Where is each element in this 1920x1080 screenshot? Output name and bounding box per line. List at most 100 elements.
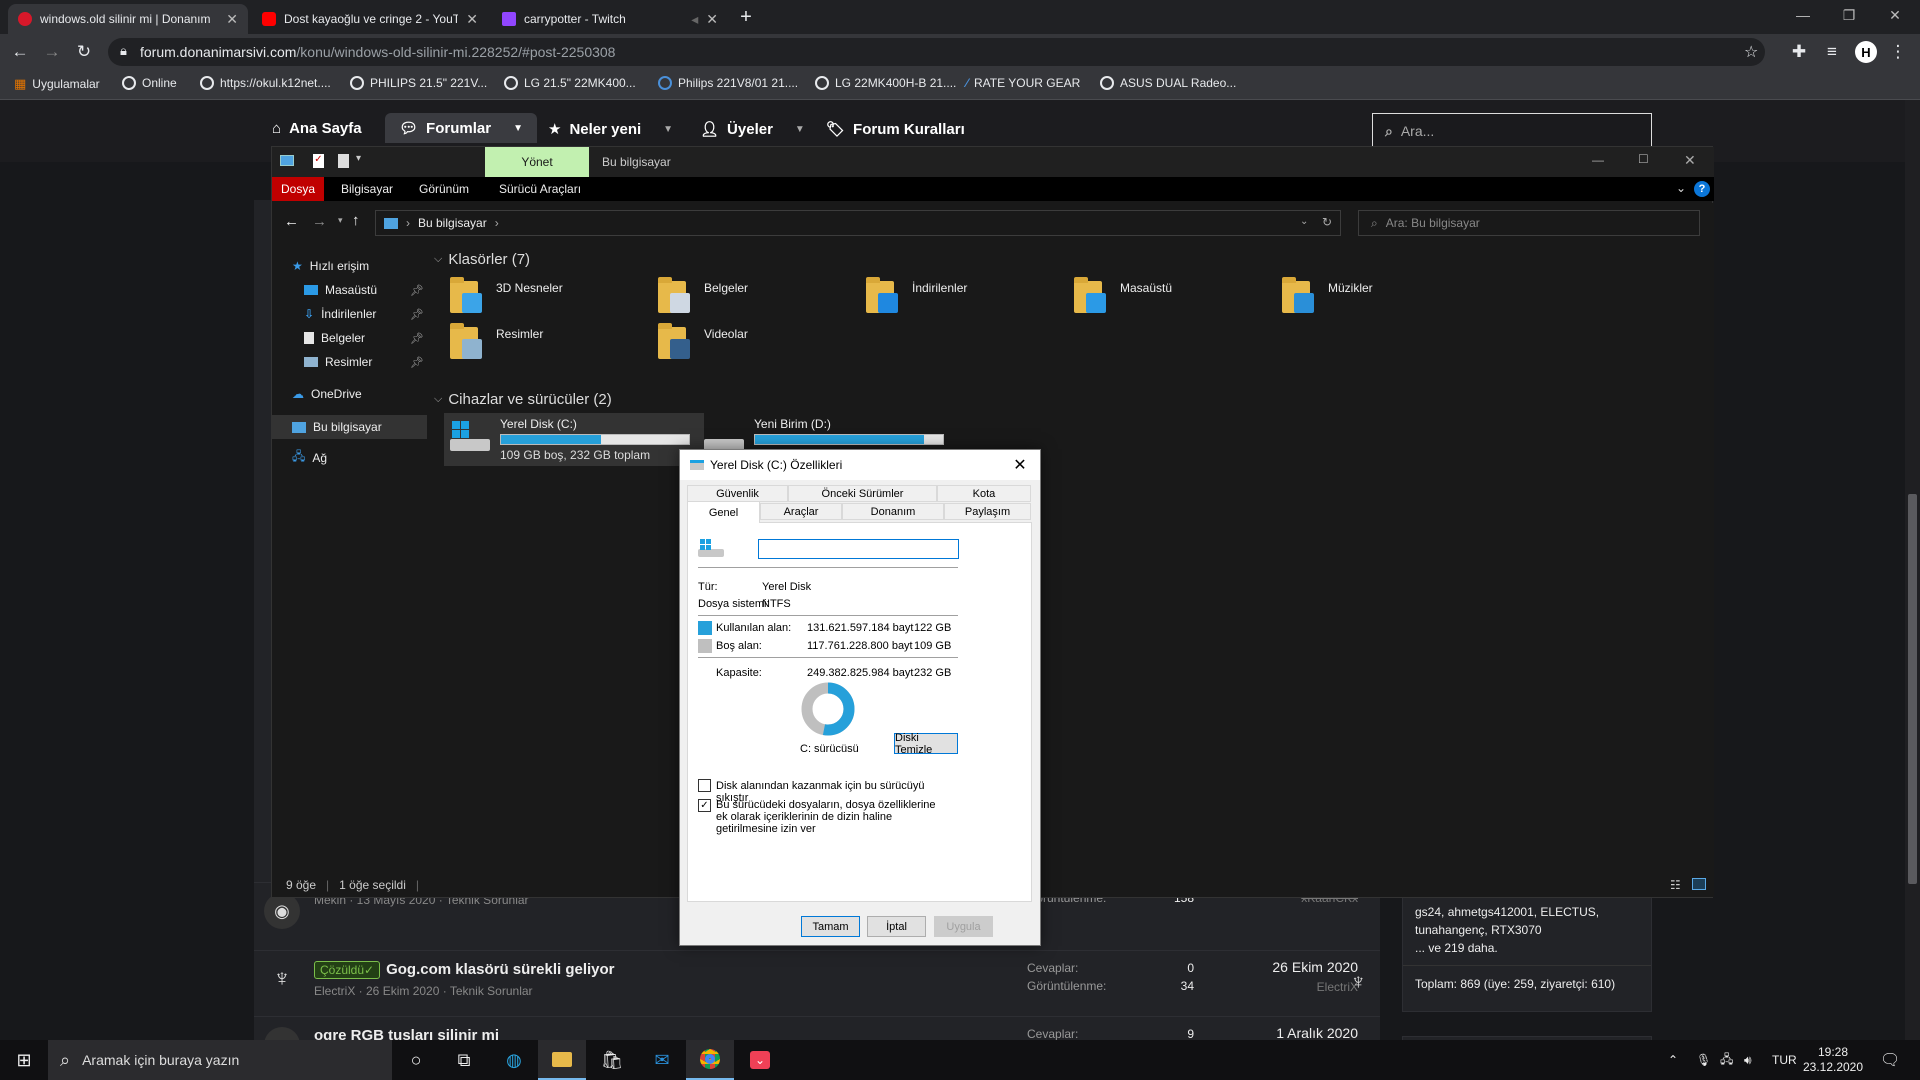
tab-quota[interactable]: Kota (937, 485, 1031, 502)
ok-button[interactable]: Tamam (801, 916, 860, 937)
address-dropdown-icon[interactable]: ⌄ (1300, 216, 1308, 227)
clock[interactable]: 19:28 23.12.2020 (1798, 1040, 1868, 1080)
close-window-icon[interactable]: ✕ (1872, 0, 1918, 30)
nav-documents[interactable]: Belgeler 📌︎ (304, 331, 424, 345)
nav-forums[interactable]: 💬︎ Forumlar ▼ (385, 113, 537, 143)
last-post-date[interactable]: 1 Aralık 2020 (1218, 1025, 1358, 1041)
explorer-address-bar[interactable]: › Bu bilgisayar › ⌄ ↻ (375, 210, 1341, 236)
folder-item[interactable]: Müzikler (1280, 275, 1520, 315)
thread-row[interactable]: ♆ Çözüldü✓ Gog.com klasörü sürekli geliyo… (254, 950, 1380, 1016)
back-icon[interactable]: ← (284, 213, 299, 230)
forum-search-input[interactable]: ⌕ Ara... (1372, 113, 1652, 149)
thread-title[interactable]: Çözüldü✓ Gog.com klasörü sürekli geliyor (314, 961, 615, 979)
nav-downloads[interactable]: ⇩ İndirilenler 📌︎ (304, 307, 424, 321)
page-scrollbar[interactable] (1905, 100, 1920, 1040)
edge-icon[interactable]: ◍ (490, 1040, 538, 1080)
bookmark[interactable]: ⁄ RATE YOUR GEAR (966, 76, 1080, 90)
details-view-icon[interactable]: ☷ (1670, 878, 1681, 892)
task-view-icon[interactable]: ⧉ (440, 1040, 488, 1080)
new-folder-icon[interactable] (338, 154, 349, 168)
help-icon[interactable]: ? (1694, 181, 1710, 197)
chrome-icon[interactable] (686, 1040, 734, 1080)
bookmark[interactable]: LG 21.5" 22MK400... (504, 76, 636, 90)
forward-icon[interactable]: → (40, 40, 64, 64)
mute-tab-icon[interactable]: ◂ (691, 11, 698, 28)
nav-this-pc[interactable]: Bu bilgisayar (272, 415, 427, 439)
bookmark[interactable]: LG 22MK400H-B 21.... (815, 76, 956, 90)
last-poster[interactable]: ElectriX (1218, 980, 1358, 994)
start-windows-icon[interactable]: ⊞ (0, 1040, 48, 1080)
cancel-button[interactable]: İptal (867, 916, 926, 937)
manage-tab[interactable]: Yönet (485, 147, 589, 177)
drive-c[interactable]: Yerel Disk (C:) 109 GB boş, 232 GB topla… (444, 413, 704, 466)
forward-icon[interactable]: → (312, 213, 327, 230)
pocket-icon[interactable]: ⌄ (736, 1040, 784, 1080)
tab-view[interactable]: Görünüm (410, 177, 478, 201)
folder-item[interactable]: Videolar (656, 321, 896, 361)
ribbon-expand-icon[interactable]: ⌄ (1676, 181, 1686, 195)
nav-quick-access[interactable]: ★ Hızlı erişim (292, 259, 369, 273)
file-explorer-taskbar-icon[interactable] (538, 1040, 586, 1080)
folder-item[interactable]: 3D Nesneler (448, 275, 688, 315)
tray-show-hidden-icon[interactable]: ⌃ (1668, 1040, 1678, 1080)
mail-icon[interactable]: ✉ (638, 1040, 686, 1080)
browser-tab[interactable]: Dost kayaoğlu ve cringe 2 - YouT ✕ (252, 4, 488, 34)
dialog-close-icon[interactable]: ✕ (1000, 450, 1040, 480)
large-icons-view-icon[interactable] (1692, 878, 1706, 890)
last-post-date[interactable]: 26 Ekim 2020 (1218, 959, 1358, 975)
store-icon[interactable]: 🛍︎ (588, 1040, 636, 1080)
media-queue-icon[interactable]: ≡ (1820, 40, 1844, 64)
nav-onedrive[interactable]: ☁ OneDrive (292, 387, 362, 401)
tab-security[interactable]: Güvenlik (687, 485, 788, 502)
properties-icon[interactable]: ✓ (313, 154, 324, 168)
tab-sharing[interactable]: Paylaşım (944, 503, 1031, 520)
bookmark-star-icon[interactable]: ☆ (1744, 42, 1758, 62)
minimize-icon[interactable]: — (1780, 0, 1826, 30)
menu-icon[interactable]: ⋮ (1886, 40, 1910, 64)
browser-tab[interactable]: carrypotter - Twitch ◂ ✕ (492, 4, 728, 34)
bookmark[interactable]: ASUS DUAL Radeo... (1100, 76, 1236, 90)
bookmark-apps[interactable]: ▦ Uygulamalar (14, 76, 100, 92)
language-indicator[interactable]: TUR (1772, 1040, 1797, 1080)
extensions-icon[interactable]: ✚ (1787, 40, 1811, 64)
bookmark[interactable]: Philips 221V8/01 21.... (658, 76, 798, 90)
nav-rules[interactable]: 🏷︎ Forum Kuralları (826, 120, 965, 139)
address-bar[interactable]: 🔒︎ forum.donanimarsivi.com/konu/windows-… (108, 38, 1765, 66)
nav-members[interactable]: 👤︎ Üyeler ▼ (700, 120, 805, 139)
cortana-icon[interactable]: ○ (392, 1040, 440, 1080)
restore-icon[interactable]: ❐ (1826, 0, 1872, 30)
tab-drive-tools[interactable]: Sürücü Araçları (490, 177, 590, 201)
folder-item[interactable]: Belgeler (656, 275, 896, 315)
back-icon[interactable]: ← (8, 40, 32, 64)
tab-file[interactable]: Dosya (272, 177, 325, 201)
volume-label-input[interactable] (758, 539, 959, 559)
tab-general[interactable]: Genel (687, 501, 760, 523)
recent-locations-icon[interactable]: ▾ (338, 215, 343, 226)
close-tab-icon[interactable]: ✕ (226, 11, 238, 28)
minimize-icon[interactable]: — (1592, 153, 1604, 167)
browser-tab-active[interactable]: windows.old silinir mi | Donanım ✕ (8, 4, 248, 34)
nav-pictures[interactable]: Resimler 📌︎ (304, 355, 424, 369)
nav-network[interactable]: 🖧︎ Ağ (292, 447, 327, 468)
group-folders-header[interactable]: ⌵ Klasörler (7) (434, 251, 530, 268)
compress-checkbox[interactable] (698, 779, 711, 792)
new-tab-button[interactable]: + (733, 4, 759, 30)
tab-tools[interactable]: Araçlar (760, 503, 842, 520)
group-devices-header[interactable]: ⌵ Cihazlar ve sürücüler (2) (434, 391, 612, 408)
tab-previous-versions[interactable]: Önceki Sürümler (788, 485, 937, 502)
qat-chevron-icon[interactable]: ▾ (356, 153, 361, 164)
reload-icon[interactable]: ↻ (72, 40, 96, 64)
close-tab-icon[interactable]: ✕ (466, 11, 478, 28)
nav-home[interactable]: ⌂ Ana Sayfa (272, 120, 362, 137)
close-tab-icon[interactable]: ✕ (706, 11, 718, 28)
nav-whats-new[interactable]: ★ Neler yeni ▼ (548, 120, 673, 139)
maximize-icon[interactable]: ☐ (1638, 152, 1649, 166)
microphone-icon[interactable]: 🎙︎ (1696, 1040, 1711, 1080)
nav-desktop[interactable]: Masaüstü 📌︎ (304, 283, 424, 297)
explorer-search-input[interactable]: ⌕ Ara: Bu bilgisayar (1358, 210, 1700, 236)
folder-item[interactable]: İndirilenler (864, 275, 1104, 315)
bookmark[interactable]: PHILIPS 21.5" 221V... (350, 76, 487, 90)
tab-computer[interactable]: Bilgisayar (332, 177, 402, 201)
action-center-icon[interactable]: 🗨︎ (1880, 1040, 1900, 1080)
network-tray-icon[interactable]: 🖧︎ (1720, 1040, 1733, 1080)
